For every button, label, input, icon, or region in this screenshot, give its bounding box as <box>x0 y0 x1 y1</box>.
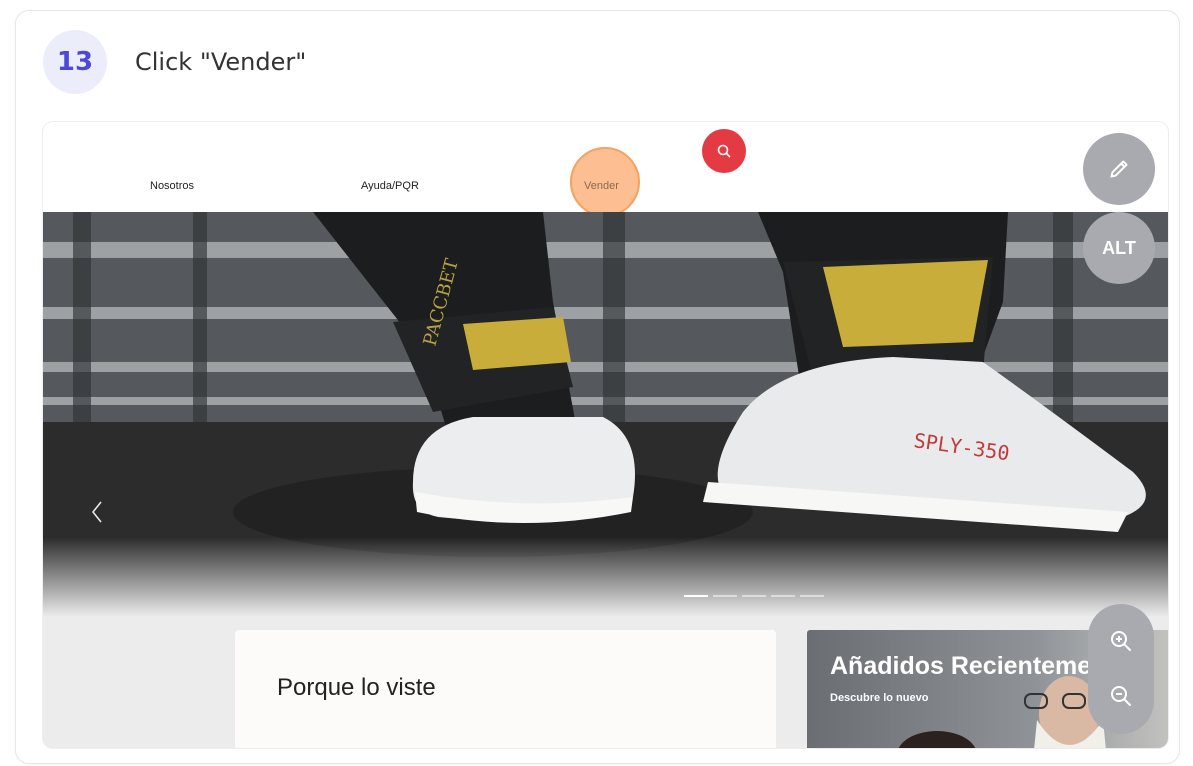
edit-button[interactable] <box>1083 133 1155 205</box>
search-button[interactable] <box>702 129 746 173</box>
zoom-controls <box>1088 604 1154 734</box>
zoom-in-icon[interactable] <box>1109 629 1133 653</box>
carousel-dot[interactable] <box>771 595 795 597</box>
screenshot-frame: Nosotros Ayuda/PQR Vender SPLY-350 PACCB… <box>43 122 1168 748</box>
nav-link-ayuda[interactable]: Ayuda/PQR <box>361 180 419 192</box>
alt-label: ALT <box>1102 237 1136 258</box>
carousel-indicators <box>684 595 824 597</box>
search-icon <box>717 144 731 158</box>
recently-viewed-panel: Porque lo viste <box>235 630 776 748</box>
carousel-dot[interactable] <box>713 595 737 597</box>
alt-text-button[interactable]: ALT <box>1083 212 1155 284</box>
zoom-out-icon[interactable] <box>1109 684 1133 708</box>
step-number-badge: 13 <box>43 30 107 94</box>
recently-added-title: Añadidos Recientemente <box>830 652 1129 680</box>
nav-link-nosotros[interactable]: Nosotros <box>150 180 194 192</box>
pencil-icon <box>1110 160 1128 178</box>
hero-fade <box>43 537 1168 617</box>
step-instruction: Click "Vender" <box>135 48 307 76</box>
carousel-dot[interactable] <box>742 595 766 597</box>
chevron-left-icon[interactable] <box>87 492 107 532</box>
site-navbar: Nosotros Ayuda/PQR Vender <box>43 122 1168 217</box>
carousel-dot[interactable] <box>800 595 824 597</box>
carousel-dot[interactable] <box>684 595 708 597</box>
recently-viewed-title: Porque lo viste <box>277 674 436 701</box>
recently-added-subtitle: Descubre lo nuevo <box>830 692 929 704</box>
hero-banner[interactable]: SPLY-350 PACCBET <box>43 212 1168 617</box>
nav-link-vender[interactable]: Vender <box>584 180 619 192</box>
